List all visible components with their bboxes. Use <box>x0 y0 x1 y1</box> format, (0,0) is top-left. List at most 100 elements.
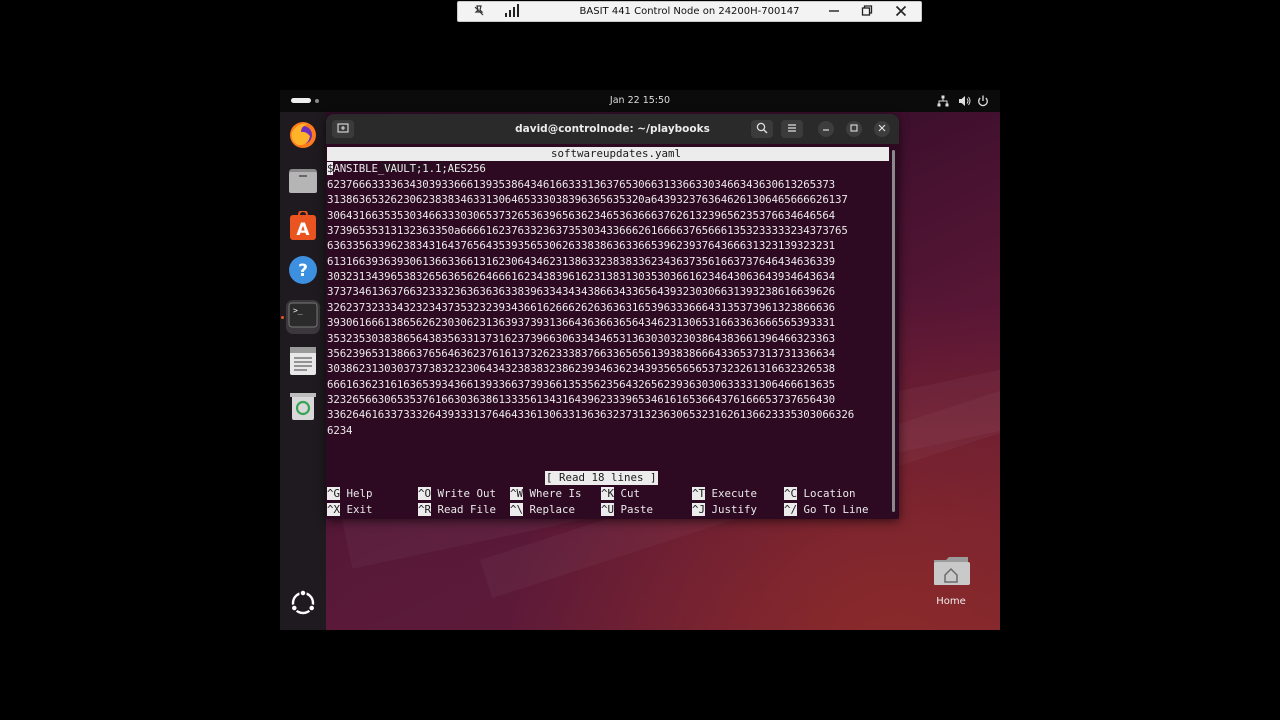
show-apps-icon <box>289 589 317 621</box>
shortcut-key: ^C <box>784 487 798 500</box>
shortcut-label: Execute <box>711 487 758 500</box>
remote-session-bar: BASIT 441 Control Node on 24200H-700147 <box>457 1 922 22</box>
help-launcher[interactable]: ? <box>286 255 320 289</box>
vault-header: ANSIBLE_VAULT;1.1;AES256 <box>333 162 486 175</box>
shortcut-key: ^G <box>327 487 341 500</box>
text-line[interactable]: 3562396531386637656463623761613732623338… <box>327 347 835 361</box>
window-minimize-button[interactable] <box>818 121 834 137</box>
text-line[interactable]: 3232656630653537616630363861333561343164… <box>327 393 835 407</box>
text-line[interactable]: $ANSIBLE_VAULT;1.1;AES256 <box>327 162 486 176</box>
text-line[interactable]: 6661636231616365393436613933663739366135… <box>327 378 835 392</box>
trash-launcher[interactable] <box>286 391 320 425</box>
terminal-header-bar[interactable]: david@controlnode: ~/playbooks <box>326 114 899 144</box>
shortcut-item[interactable]: ^T Execute <box>692 487 757 501</box>
remote-session-title: BASIT 441 Control Node on 24200H-700147 <box>579 6 800 17</box>
search-button[interactable] <box>751 120 773 138</box>
terminal-icon: >_ <box>288 302 318 332</box>
text-line[interactable]: 3038623130303737383232306434323838323862… <box>327 362 835 376</box>
running-indicator <box>281 316 284 319</box>
search-icon <box>756 122 768 137</box>
clock[interactable]: Jan 22 15:50 <box>280 95 1000 106</box>
window-close-button[interactable] <box>874 121 890 137</box>
text-line[interactable]: 3737346136376632333236363636338396334343… <box>327 285 835 299</box>
trash-icon <box>290 391 316 425</box>
power-icon[interactable] <box>977 95 989 110</box>
shortcut-label: Read File <box>437 502 497 516</box>
shortcut-label: Cut <box>620 487 641 500</box>
home-folder-label[interactable]: Home <box>926 596 976 607</box>
shortcut-item[interactable]: ^R Read File <box>418 502 497 517</box>
firefox-icon <box>288 120 318 154</box>
window-maximize-button[interactable] <box>846 121 862 137</box>
terminal-window[interactable]: david@controlnode: ~/playbooks GNU nano … <box>326 114 899 519</box>
dock: A ? >_ <box>280 112 326 630</box>
shortcut-key: ^\ <box>510 502 524 516</box>
minimize-icon[interactable] <box>828 4 840 21</box>
text-line[interactable]: 3032313439653832656365626466616234383961… <box>327 270 835 284</box>
text-line[interactable]: 6234 <box>327 424 353 438</box>
volume-icon[interactable] <box>958 95 971 110</box>
hamburger-menu-icon <box>786 122 798 137</box>
app-center-launcher[interactable]: A <box>286 209 320 245</box>
shortcut-key: ^O <box>418 487 432 500</box>
shortcut-label: Help <box>346 487 373 500</box>
svg-text:A: A <box>296 220 310 240</box>
text-line[interactable]: 3930616661386562623030623136393739313664… <box>327 316 835 330</box>
close-icon[interactable] <box>895 4 907 21</box>
terminal-launcher[interactable]: >_ <box>286 300 320 334</box>
text-line[interactable]: 3138636532623062383834633130646533303839… <box>327 193 848 207</box>
nano-editor[interactable]: GNU nano 7.2 softwareupdates.yaml $ANSIB… <box>326 146 891 519</box>
shortcut-key: ^T <box>692 487 706 500</box>
shortcut-item[interactable]: ^G Help <box>327 487 373 501</box>
files-launcher[interactable] <box>286 165 320 199</box>
shortcut-label: Go To Line <box>803 502 869 516</box>
home-folder-icon[interactable] <box>932 556 970 586</box>
help-icon: ? <box>288 255 318 289</box>
text-editor-launcher[interactable] <box>286 346 320 380</box>
nano-filename: softwareupdates.yaml <box>551 147 682 160</box>
shortcut-item[interactable]: ^\ Replace <box>510 502 575 517</box>
shortcut-key: ^X <box>327 502 341 516</box>
text-line[interactable]: 3362646163373332643933313764643361306331… <box>327 408 854 422</box>
text-line[interactable]: 6131663936393061366336613162306434623138… <box>327 255 835 269</box>
shortcut-item[interactable]: ^U Paste <box>601 502 654 517</box>
shortcut-item[interactable]: ^W Where Is <box>510 487 582 501</box>
shortcut-label: Paste <box>620 502 654 516</box>
status-message: [ Read 18 lines ] <box>545 471 658 485</box>
nano-title-bar: GNU nano 7.2 softwareupdates.yaml <box>327 147 889 174</box>
text-line[interactable]: 3532353038386564383563313731623739663063… <box>327 332 835 346</box>
shortcut-key: ^R <box>418 502 432 516</box>
svg-text:?: ? <box>298 261 308 281</box>
shortcut-item[interactable]: ^X Exit <box>327 502 373 517</box>
files-icon <box>288 166 318 198</box>
text-line[interactable]: 3262373233343232343735323239343661626662… <box>327 301 835 315</box>
shortcut-key: ^/ <box>784 502 798 516</box>
terminal-title: david@controlnode: ~/playbooks <box>515 123 710 135</box>
close-icon <box>878 123 886 135</box>
shortcut-item[interactable]: ^O Write Out <box>418 487 496 501</box>
shortcut-label: Exit <box>346 502 373 516</box>
shortcut-item[interactable]: ^/ Go To Line <box>784 502 869 517</box>
text-line[interactable]: 3064316635353034663330306537326536396563… <box>327 209 835 223</box>
shortcut-item[interactable]: ^K Cut <box>601 487 640 501</box>
shortcut-key: ^W <box>510 487 524 500</box>
shortcut-item[interactable]: ^C Location <box>784 487 856 501</box>
menu-button[interactable] <box>781 120 803 138</box>
text-editor-icon <box>289 346 317 380</box>
shortcut-key: ^J <box>692 502 706 516</box>
minimize-icon <box>822 123 830 135</box>
shortcut-item[interactable]: ^J Justify <box>692 502 757 517</box>
firefox-launcher[interactable] <box>286 120 320 154</box>
shortcut-label: Write Out <box>437 487 497 500</box>
text-line[interactable]: 37396535313132363350a6666162376332363735… <box>327 224 848 238</box>
show-apps-button[interactable] <box>286 588 320 622</box>
shortcut-label: Where Is <box>529 487 582 500</box>
network-icon[interactable] <box>937 95 949 110</box>
shortcut-label: Location <box>803 487 856 500</box>
restore-icon[interactable] <box>861 4 873 21</box>
text-line[interactable]: 6363356339623834316437656435393565306263… <box>327 239 835 253</box>
svg-text:>_: >_ <box>293 306 303 315</box>
scrollbar[interactable] <box>892 150 895 512</box>
shortcut-key: ^U <box>601 502 615 516</box>
text-line[interactable]: 6237666333363430393366613935386434616633… <box>327 178 835 192</box>
